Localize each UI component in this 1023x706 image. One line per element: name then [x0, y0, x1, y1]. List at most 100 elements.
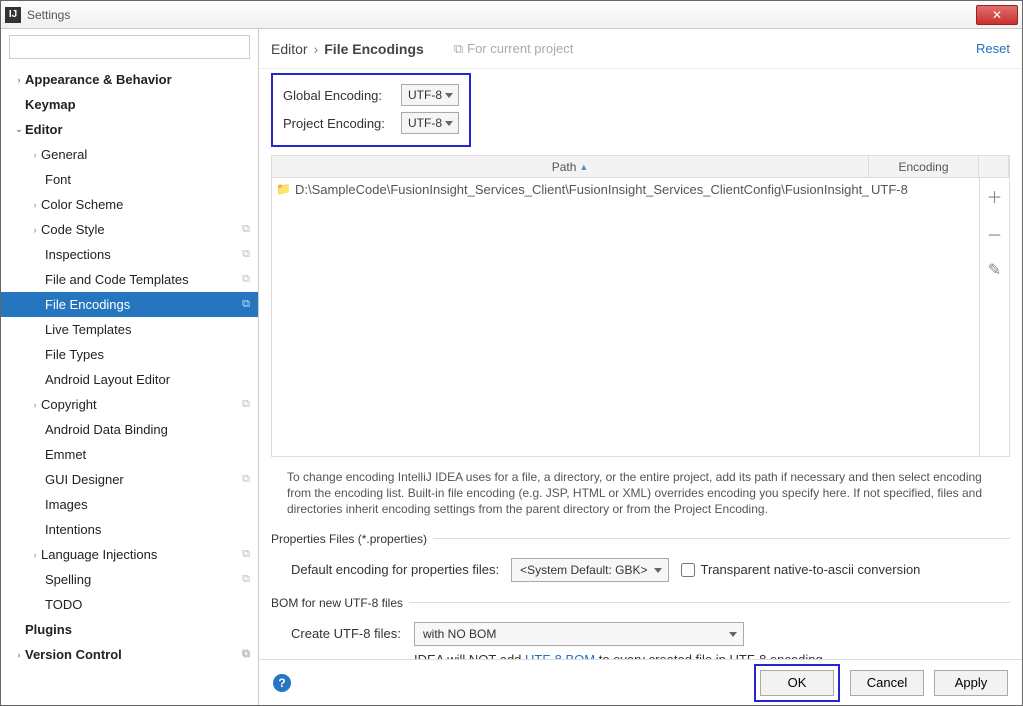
- search-input[interactable]: [9, 35, 250, 59]
- bom-desc-prefix: IDEA will NOT add: [414, 652, 525, 659]
- chevron-right-icon: ›: [13, 650, 25, 660]
- table-row[interactable]: 📁 D:\SampleCode\FusionInsight_Services_C…: [272, 178, 979, 200]
- tree-label: Live Templates: [45, 322, 131, 337]
- app-icon: IJ: [5, 7, 21, 23]
- tree-item-keymap[interactable]: Keymap: [1, 92, 258, 117]
- for-current-project-label: ⧉ For current project: [454, 41, 574, 57]
- project-scope-icon: ⧉: [454, 41, 463, 57]
- tree-label: Keymap: [25, 97, 76, 112]
- project-encoding-combo[interactable]: UTF-8: [401, 112, 459, 134]
- project-scope-icon: ⧉: [242, 273, 250, 286]
- settings-window: IJ Settings ✕ 🔍 ›Appearance & Behavior K…: [0, 0, 1023, 706]
- global-encoding-combo[interactable]: UTF-8: [401, 84, 459, 106]
- for-project-text: For current project: [467, 41, 573, 56]
- section-text: BOM for new UTF-8 files: [271, 596, 403, 610]
- breadcrumb-row: Editor › File Encodings ⧉ For current pr…: [259, 29, 1022, 69]
- sidebar: 🔍 ›Appearance & Behavior Keymap ⌄Editor …: [1, 29, 259, 705]
- tree-label: TODO: [45, 597, 82, 612]
- default-encoding-label: Default encoding for properties files:: [291, 562, 499, 577]
- encoding-highlight-box: Global Encoding: UTF-8 Project Encoding:…: [271, 73, 471, 147]
- utf8-bom-link[interactable]: UTF-8 BOM: [525, 652, 595, 659]
- tree-label: GUI Designer: [45, 472, 124, 487]
- tree-item-copyright[interactable]: ›Copyright⧉: [1, 392, 258, 417]
- tree-item-lang-injections[interactable]: ›Language Injections⧉: [1, 542, 258, 567]
- cancel-button[interactable]: Cancel: [850, 670, 924, 696]
- chevron-right-icon: ›: [29, 400, 41, 410]
- dialog-footer: ? OK Cancel Apply: [259, 659, 1022, 705]
- close-button[interactable]: ✕: [976, 5, 1018, 25]
- tree-item-todo[interactable]: TODO: [1, 592, 258, 617]
- settings-tree[interactable]: ›Appearance & Behavior Keymap ⌄Editor ›G…: [1, 65, 258, 705]
- project-scope-icon: ⧉: [242, 223, 250, 236]
- chevron-right-icon: ›: [29, 150, 41, 160]
- project-scope-icon: ⧉: [242, 648, 250, 661]
- folder-icon: 📁: [276, 182, 291, 196]
- properties-section-label: Properties Files (*.properties): [271, 532, 1010, 546]
- create-utf8-select[interactable]: with NO BOM: [414, 622, 744, 646]
- path-column-header[interactable]: Path▲: [272, 156, 869, 177]
- tree-item-appearance[interactable]: ›Appearance & Behavior: [1, 67, 258, 92]
- transparent-ascii-checkbox-row[interactable]: Transparent native-to-ascii conversion: [681, 562, 921, 577]
- window-title: Settings: [27, 8, 976, 22]
- tree-item-file-templates[interactable]: File and Code Templates ⧉: [1, 267, 258, 292]
- description-text: To change encoding IntelliJ IDEA uses fo…: [287, 469, 1006, 518]
- tree-label: General: [41, 147, 87, 162]
- tree-item-code-style[interactable]: ›Code Style⧉: [1, 217, 258, 242]
- tree-item-plugins[interactable]: Plugins: [1, 617, 258, 642]
- tree-item-android-layout[interactable]: Android Layout Editor: [1, 367, 258, 392]
- tree-item-color-scheme[interactable]: ›Color Scheme: [1, 192, 258, 217]
- header-text: Path: [552, 160, 577, 174]
- remove-row-button[interactable]: －: [986, 222, 1002, 246]
- path-cell: 📁 D:\SampleCode\FusionInsight_Services_C…: [272, 182, 869, 197]
- project-scope-icon: ⧉: [242, 298, 250, 311]
- tree-item-intentions[interactable]: Intentions: [1, 517, 258, 542]
- tree-item-font[interactable]: Font: [1, 167, 258, 192]
- tree-label: Font: [45, 172, 71, 187]
- chevron-right-icon: ›: [13, 75, 25, 85]
- tree-label: Spelling: [45, 572, 91, 587]
- tree-label: Version Control: [25, 647, 122, 662]
- project-scope-icon: ⧉: [242, 398, 250, 411]
- grid-header: Path▲ Encoding: [272, 156, 1009, 178]
- ok-button[interactable]: OK: [760, 670, 834, 696]
- tree-item-images[interactable]: Images: [1, 492, 258, 517]
- project-scope-icon: ⧉: [242, 473, 250, 486]
- tree-label: Emmet: [45, 447, 86, 462]
- encoding-cell[interactable]: UTF-8: [869, 182, 979, 197]
- section-text: Properties Files (*.properties): [271, 532, 427, 546]
- tree-item-inspections[interactable]: Inspections⧉: [1, 242, 258, 267]
- bom-desc-suffix: to every created file in UTF-8 encoding: [595, 652, 823, 659]
- tree-item-file-types[interactable]: File Types: [1, 342, 258, 367]
- combo-value: UTF-8: [408, 88, 442, 102]
- encoding-column-header[interactable]: Encoding: [869, 156, 979, 177]
- tree-item-file-encodings[interactable]: File Encodings⧉: [1, 292, 258, 317]
- tree-label: Editor: [25, 122, 63, 137]
- tree-item-general[interactable]: ›General: [1, 142, 258, 167]
- tree-item-gui-designer[interactable]: GUI Designer ⧉: [1, 467, 258, 492]
- tools-column: [979, 156, 1009, 177]
- chevron-right-icon: ›: [29, 200, 41, 210]
- tree-item-emmet[interactable]: Emmet: [1, 442, 258, 467]
- path-encoding-grid: Path▲ Encoding 📁 D:\SampleCode\FusionIns…: [271, 155, 1010, 457]
- help-button[interactable]: ?: [273, 674, 291, 692]
- header-text: Encoding: [898, 160, 948, 174]
- default-encoding-select[interactable]: <System Default: GBK>: [511, 558, 668, 582]
- add-row-button[interactable]: ＋: [986, 184, 1002, 208]
- breadcrumb-editor[interactable]: Editor: [271, 41, 308, 57]
- tree-label: Language Injections: [41, 547, 157, 562]
- apply-button[interactable]: Apply: [934, 670, 1008, 696]
- tree-item-spelling[interactable]: Spelling⧉: [1, 567, 258, 592]
- breadcrumb-file-encodings: File Encodings: [324, 41, 424, 57]
- bom-section-label: BOM for new UTF-8 files: [271, 596, 1010, 610]
- tree-label: Appearance & Behavior: [25, 72, 172, 87]
- tree-item-editor[interactable]: ⌄Editor: [1, 117, 258, 142]
- tree-label: File and Code Templates: [45, 272, 189, 287]
- main-panel: Editor › File Encodings ⧉ For current pr…: [259, 29, 1022, 705]
- edit-row-button[interactable]: ✎: [988, 260, 1001, 280]
- reset-link[interactable]: Reset: [976, 41, 1010, 56]
- transparent-ascii-checkbox[interactable]: [681, 563, 695, 577]
- tree-item-live-templates[interactable]: Live Templates: [1, 317, 258, 342]
- main-body: Global Encoding: UTF-8 Project Encoding:…: [259, 69, 1022, 659]
- tree-item-version-control[interactable]: ›Version Control ⧉: [1, 642, 258, 667]
- tree-item-android-data[interactable]: Android Data Binding: [1, 417, 258, 442]
